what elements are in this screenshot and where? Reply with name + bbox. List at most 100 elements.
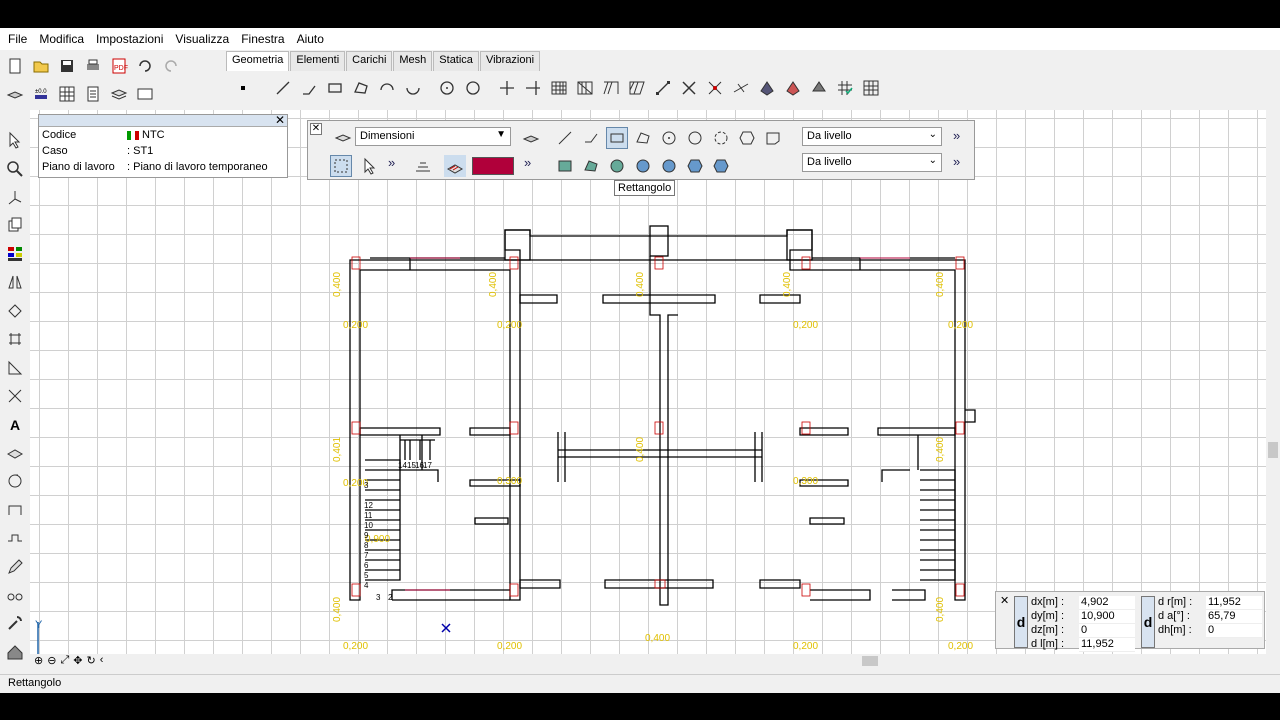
- mirror-icon[interactable]: [3, 272, 27, 292]
- foundation-icon[interactable]: [3, 499, 27, 519]
- extend-icon[interactable]: [522, 77, 544, 99]
- shape-icon[interactable]: [762, 127, 784, 149]
- print-icon[interactable]: [82, 55, 104, 77]
- zoom-icon[interactable]: [3, 158, 27, 178]
- break-icon[interactable]: [730, 77, 752, 99]
- prev-icon[interactable]: ‹: [100, 654, 104, 667]
- tab-carichi[interactable]: Carichi: [346, 51, 393, 71]
- expand-icon[interactable]: »: [388, 155, 395, 170]
- polygon-icon[interactable]: [350, 77, 372, 99]
- fill-color-swatch[interactable]: [472, 157, 514, 175]
- wrench-icon[interactable]: [3, 613, 27, 633]
- select-box-icon[interactable]: [330, 155, 352, 177]
- line-icon[interactable]: [554, 127, 576, 149]
- circle-center-icon[interactable]: [658, 127, 680, 149]
- close-icon[interactable]: ✕: [310, 123, 322, 135]
- grid-icon[interactable]: [548, 77, 570, 99]
- intersect-icon[interactable]: [704, 77, 726, 99]
- menu-finestra[interactable]: Finestra: [235, 32, 290, 46]
- axes-icon[interactable]: [3, 187, 27, 207]
- new-file-icon[interactable]: [4, 55, 26, 77]
- zoom-extents-icon[interactable]: ⤢: [60, 654, 69, 667]
- layers-icon[interactable]: [4, 83, 26, 105]
- scale-icon[interactable]: [3, 357, 27, 377]
- horizontal-scrollbar[interactable]: [170, 654, 1266, 668]
- tab-mesh[interactable]: Mesh: [393, 51, 433, 71]
- tab-geometria[interactable]: Geometria: [226, 51, 290, 71]
- menu-modifica[interactable]: Modifica: [33, 32, 90, 46]
- solid-icon[interactable]: [756, 77, 778, 99]
- line-icon[interactable]: [272, 77, 294, 99]
- expand-icon[interactable]: »: [953, 128, 960, 143]
- vertical-scrollbar[interactable]: [1266, 110, 1280, 654]
- redraw-icon[interactable]: ↻: [86, 654, 95, 667]
- glasses-icon[interactable]: [3, 585, 27, 605]
- zoom-out-icon[interactable]: ⊖: [47, 654, 56, 667]
- scroll-thumb[interactable]: [862, 656, 878, 666]
- point-icon[interactable]: [232, 77, 254, 99]
- hexagon-icon[interactable]: [736, 127, 758, 149]
- solid-cut-icon[interactable]: [808, 77, 830, 99]
- window-icon[interactable]: [134, 83, 156, 105]
- layers-color-icon[interactable]: [3, 244, 27, 264]
- expand-icon[interactable]: »: [953, 154, 960, 169]
- pan-icon[interactable]: ✥: [73, 654, 82, 667]
- pointer-icon[interactable]: [358, 155, 380, 177]
- node-icon[interactable]: [3, 301, 27, 321]
- polyline-icon[interactable]: [298, 77, 320, 99]
- menu-aiuto[interactable]: Aiuto: [291, 32, 330, 46]
- grid-check-icon[interactable]: [834, 77, 856, 99]
- trim-icon[interactable]: [496, 77, 518, 99]
- solid-red-icon[interactable]: [782, 77, 804, 99]
- level-icon[interactable]: ±0.0: [30, 83, 52, 105]
- select-arrow-icon[interactable]: [3, 130, 27, 150]
- expand-icon[interactable]: »: [524, 155, 531, 170]
- hatch-poly-icon[interactable]: [580, 155, 602, 177]
- close-icon[interactable]: ✕: [1000, 594, 1009, 607]
- hatch-circle2-icon[interactable]: [632, 155, 654, 177]
- close-icon[interactable]: ✕: [275, 113, 285, 127]
- split-icon[interactable]: [600, 77, 622, 99]
- table-icon[interactable]: [56, 83, 78, 105]
- open-folder-icon[interactable]: [30, 55, 52, 77]
- hatch-hex-icon[interactable]: [684, 155, 706, 177]
- tab-statica[interactable]: Statica: [433, 51, 479, 71]
- stairs-icon[interactable]: [412, 155, 434, 177]
- hatch-circle3-icon[interactable]: [658, 155, 680, 177]
- array-icon[interactable]: [3, 329, 27, 349]
- layer-edit-icon[interactable]: [520, 127, 542, 149]
- circle-center-icon[interactable]: [436, 77, 458, 99]
- pdf-icon[interactable]: PDF: [108, 55, 130, 77]
- level-dropdown-1[interactable]: Da livello ⌄: [802, 127, 942, 146]
- grid-diag-icon[interactable]: [574, 77, 596, 99]
- hatch-layer-icon[interactable]: [444, 155, 466, 177]
- text-icon[interactable]: A: [3, 414, 27, 434]
- redo-icon[interactable]: [160, 55, 182, 77]
- undo-icon[interactable]: [134, 55, 156, 77]
- slab-icon[interactable]: [3, 443, 27, 463]
- list-icon[interactable]: [82, 83, 104, 105]
- hatch-circle-icon[interactable]: [606, 155, 628, 177]
- rectangle-icon[interactable]: [324, 77, 346, 99]
- scroll-thumb[interactable]: [1268, 442, 1278, 458]
- menu-visualizza[interactable]: Visualizza: [169, 32, 235, 46]
- hatch-icon[interactable]: [626, 77, 648, 99]
- dimension-dropdown[interactable]: Dimensioni ▼: [355, 127, 511, 146]
- arc-icon[interactable]: [710, 127, 732, 149]
- measure-icon[interactable]: [652, 77, 674, 99]
- beam-icon[interactable]: [3, 528, 27, 548]
- copy-icon[interactable]: [3, 215, 27, 235]
- tab-elementi[interactable]: Elementi: [290, 51, 346, 71]
- pencil-icon[interactable]: [3, 556, 27, 576]
- move-icon[interactable]: [3, 386, 27, 406]
- save-icon[interactable]: [56, 55, 78, 77]
- menu-impostazioni[interactable]: Impostazioni: [90, 32, 169, 46]
- arc2-icon[interactable]: [402, 77, 424, 99]
- layer-stack-icon[interactable]: [332, 127, 354, 149]
- rectangle-tool-icon[interactable]: [606, 127, 628, 149]
- tab-vibrazioni[interactable]: Vibrazioni: [479, 51, 541, 71]
- home-icon[interactable]: [3, 642, 27, 662]
- menu-file[interactable]: File: [2, 32, 33, 46]
- arc-icon[interactable]: [376, 77, 398, 99]
- delete-cross-icon[interactable]: [678, 77, 700, 99]
